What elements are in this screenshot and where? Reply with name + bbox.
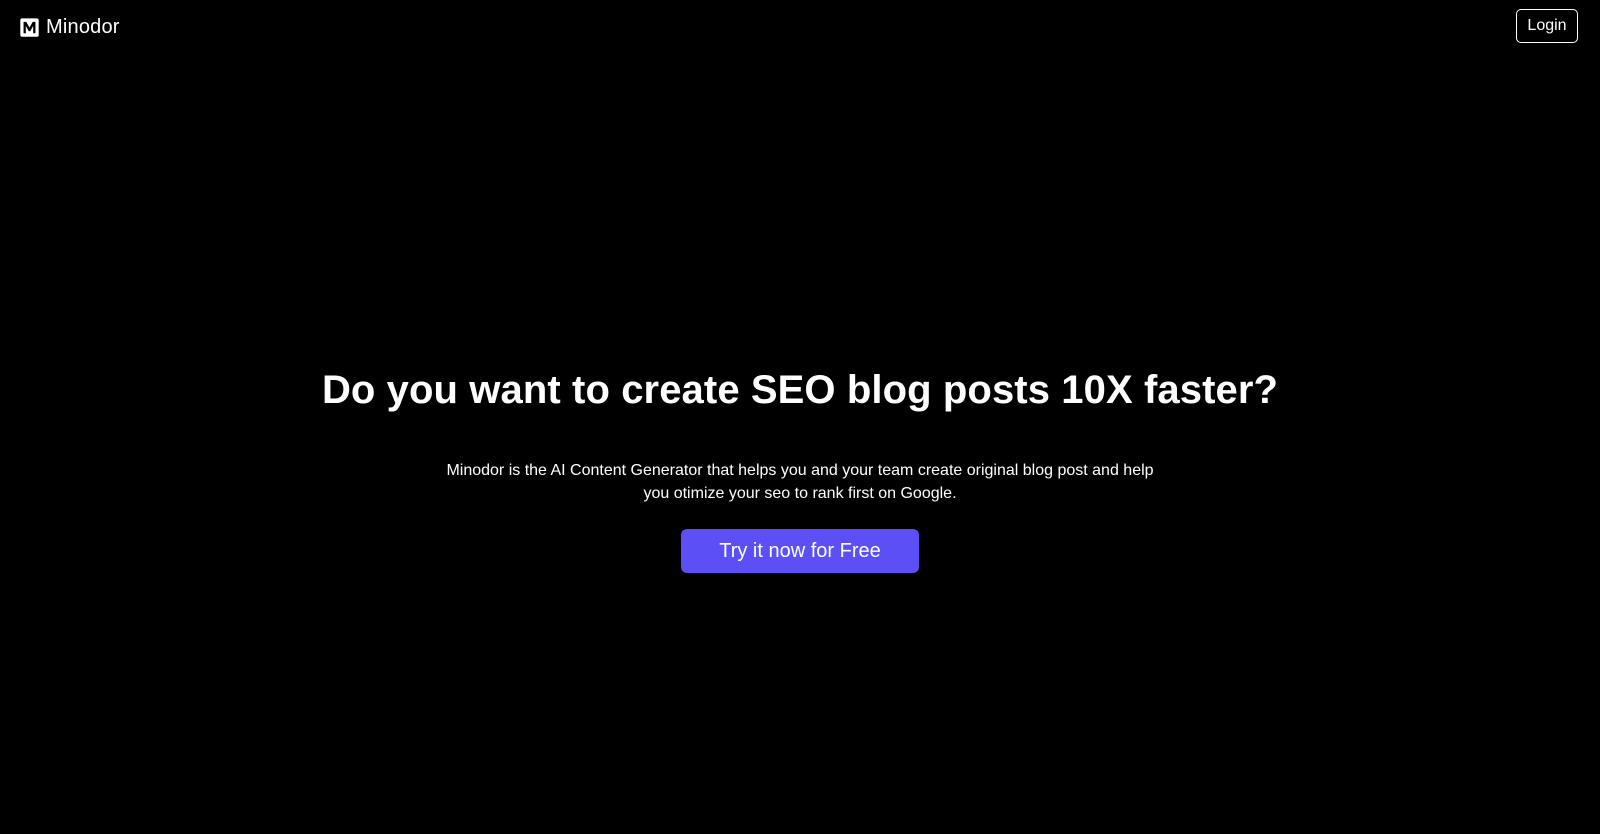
try-free-button[interactable]: Try it now for Free [681, 529, 919, 573]
landing-page: Minodor Login Do you want to create SEO … [0, 0, 1600, 834]
hero-description: Minodor is the AI Content Generator that… [420, 459, 1180, 505]
hero-description-line-1: Minodor is the AI Content Generator that… [446, 462, 1154, 479]
hero-description-line-2: you otimize your seo to rank first on Go… [643, 485, 957, 502]
hero-title: Do you want to create SEO blog posts 10X… [321, 368, 1279, 412]
hero-section: Do you want to create SEO blog posts 10X… [0, 0, 1600, 834]
